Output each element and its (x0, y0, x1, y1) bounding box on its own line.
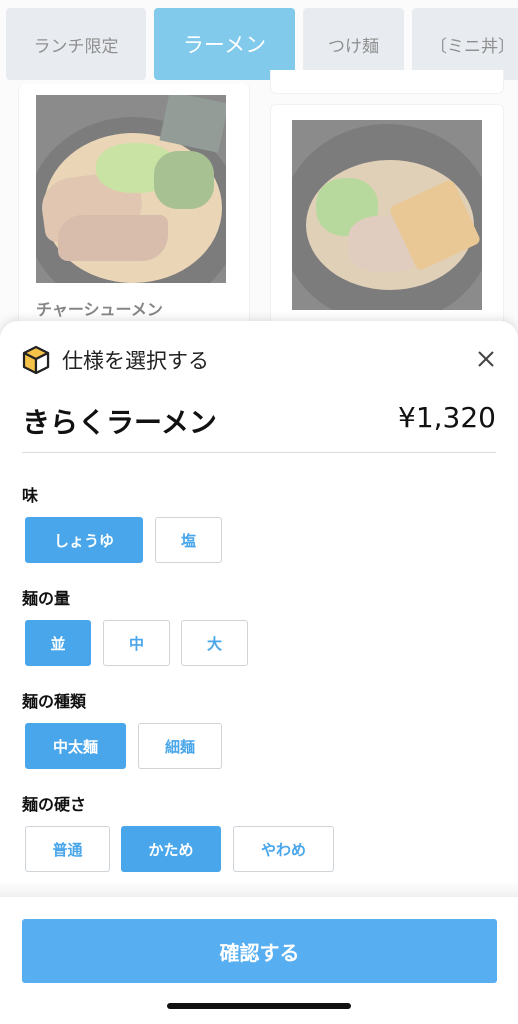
close-icon (478, 351, 494, 367)
option-futsu[interactable]: 普通 (25, 826, 110, 872)
option-yawame[interactable]: やわめ (233, 826, 334, 872)
option-shio[interactable]: 塩 (155, 517, 222, 563)
product-price: ¥1,320 (398, 401, 496, 434)
sheet-footer: 確認する (0, 897, 518, 1024)
spec-select-sheet: 仕様を選択する きらくラーメン ¥1,320 味 しょうゆ 塩 麺の量 並 中 … (0, 321, 518, 1024)
cube-icon (22, 345, 50, 375)
section-label-noodle-amount: 麺の量 (22, 589, 71, 608)
confirm-button[interactable]: 確認する (22, 919, 497, 983)
divider (22, 452, 496, 453)
option-shoyu[interactable]: しょうゆ (25, 517, 143, 563)
sheet-title: 仕様を選択する (62, 349, 209, 373)
option-nami[interactable]: 並 (25, 620, 91, 666)
close-button[interactable] (474, 347, 498, 371)
footer-shadow (0, 881, 518, 897)
section-label-flavor: 味 (22, 486, 39, 505)
sheet-header: 仕様を選択する (20, 343, 209, 377)
product-name: きらくラーメン (22, 406, 217, 439)
overlay-dim (0, 0, 518, 360)
menu-page: ランチ限定 ラーメン つけ麺 〔ミニ丼〕 チャーシューメン (0, 0, 518, 360)
option-dai[interactable]: 大 (181, 620, 248, 666)
option-chubuto[interactable]: 中太麺 (25, 723, 126, 769)
section-label-firmness: 麺の硬さ (22, 795, 87, 814)
section-label-noodle-type: 麺の種類 (22, 692, 87, 711)
option-katame[interactable]: かため (121, 826, 221, 872)
option-chu[interactable]: 中 (103, 620, 170, 666)
home-indicator (167, 1003, 351, 1009)
option-hosomen[interactable]: 細麺 (138, 723, 222, 769)
